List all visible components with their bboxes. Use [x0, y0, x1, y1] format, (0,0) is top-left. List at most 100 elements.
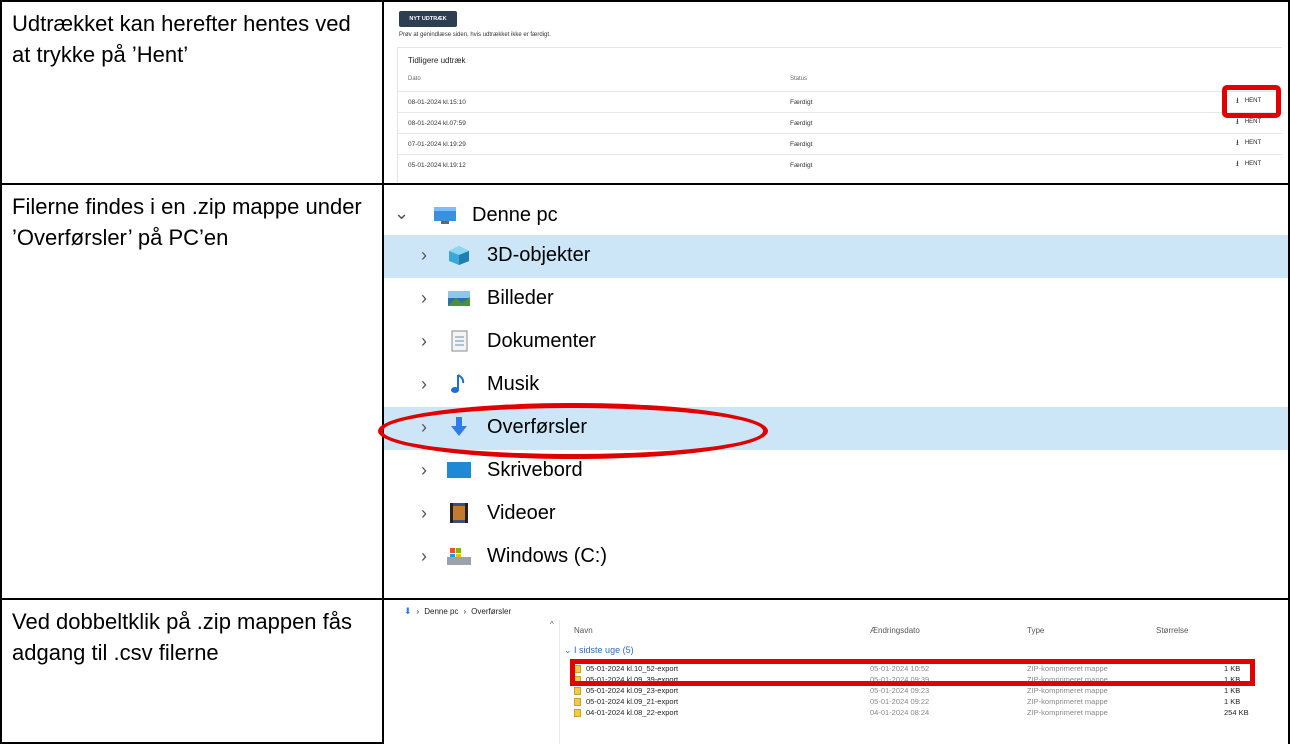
export-row: 08-01-2024 kl.07:59 Færdigt ⭳ HENT [398, 112, 1282, 133]
highlight-download-box [1222, 85, 1281, 118]
tree-item-label: Dokumenter [487, 330, 596, 352]
file-type: ZIP-komprimeret mappe [1027, 686, 1108, 695]
tree-root-this-pc[interactable]: ⌄ Denne pc [384, 199, 984, 235]
explorer-tree-screenshot: ⌄ Denne pc › 3D-objekter › Billeder › Do… [384, 185, 1288, 598]
drive-icon [447, 548, 471, 565]
zip-folder-icon [574, 698, 581, 706]
instruction-text-2: Filerne findes i en .zip mappe under ’Ov… [12, 194, 362, 250]
export-date: 07-01-2024 kl.19:29 [408, 141, 466, 148]
document-icon [451, 330, 468, 352]
file-row[interactable]: 05-01-2024 kl.09_23-export 05-01-2024 09… [570, 686, 1250, 697]
scrollbar[interactable] [546, 620, 560, 744]
chevron-right-icon: › [421, 374, 427, 394]
chevron-right-icon: › [421, 331, 427, 351]
download-button[interactable]: ⭳ HENT [1236, 160, 1261, 168]
table-border-left [0, 0, 2, 744]
export-status: Færdigt [790, 120, 813, 127]
tree-item-3d-objects[interactable]: › 3D-objekter [384, 235, 1288, 278]
column-header-name[interactable]: Navn [574, 626, 593, 635]
file-type: ZIP-komprimeret mappe [1027, 697, 1108, 706]
file-modified: 05-01-2024 09:23 [870, 686, 930, 695]
download-arrow-icon: ⬇ [404, 606, 412, 616]
breadcrumb-item[interactable]: Overførsler [471, 607, 511, 616]
tree-item-drive-c[interactable]: › Windows (C:) [384, 536, 1288, 579]
chevron-right-icon: › [463, 607, 467, 616]
export-date: 08-01-2024 kl.07:59 [408, 120, 466, 127]
column-header-size[interactable]: Størrelse [1156, 626, 1188, 635]
export-app-screenshot: NYT UDTRÆK Prøv at genindlæse siden, hvi… [384, 2, 1282, 183]
export-row: 05-01-2024 kl.19:12 Færdigt ⭳ HENT [398, 154, 1282, 175]
chevron-right-icon: › [421, 245, 427, 265]
breadcrumb-item[interactable]: Denne pc [424, 607, 458, 616]
tree-item-label: 3D-objekter [487, 244, 591, 266]
chevron-up-icon[interactable]: ^ [550, 620, 554, 629]
tree-item-label: Skrivebord [487, 459, 583, 481]
chevron-right-icon: › [416, 607, 420, 616]
download-label: HENT [1244, 119, 1262, 125]
tree-item-music[interactable]: › Musik [384, 364, 1288, 407]
tree-item-pictures[interactable]: › Billeder [384, 278, 1288, 321]
instruction-text-1: Udtrækket kan herefter hentes ved at try… [12, 11, 351, 67]
computer-icon [434, 207, 456, 224]
chevron-right-icon: › [421, 288, 427, 308]
tree-item-label: Videoer [487, 502, 556, 524]
group-header[interactable]: ⌄ I sidste uge (5) [564, 645, 634, 656]
tree-item-label: Billeder [487, 287, 554, 309]
highlight-zip-file-box [570, 659, 1255, 686]
panel-title: Tidligere udtræk [408, 56, 466, 65]
instruction-table: Udtrækket kan herefter hentes ved at try… [0, 0, 1290, 744]
reload-hint: Prøv at genindlæse siden, hvis udtrækket… [399, 32, 551, 38]
file-row[interactable]: 04-01-2024 kl.08_22-export 04-01-2024 08… [570, 708, 1250, 719]
download-button[interactable]: ⭳ HENT [1236, 139, 1261, 147]
export-row: 08-01-2024 kl.15:10 Færdigt ⭳ HENT [398, 91, 1282, 112]
export-status: Færdigt [790, 99, 813, 106]
file-row[interactable]: 05-01-2024 kl.09_21-export 05-01-2024 09… [570, 697, 1250, 708]
zip-folder-icon [574, 687, 581, 695]
chevron-down-icon: ⌄ [394, 203, 410, 223]
tree-item-label: Musik [487, 373, 540, 395]
highlight-downloads-ellipse [378, 403, 768, 459]
export-date: 08-01-2024 kl.15:10 [408, 99, 466, 106]
tree-root-label: Denne pc [472, 204, 558, 226]
download-label: HENT [1244, 161, 1262, 167]
column-header-type[interactable]: Type [1027, 626, 1044, 635]
previous-exports-panel: Tidligere udtræk Dato Status 08-01-2024 … [397, 47, 1282, 183]
column-header-date: Dato [408, 76, 421, 82]
export-date: 05-01-2024 kl.19:12 [408, 162, 466, 169]
tree-item-videos[interactable]: › Videoer [384, 493, 1288, 536]
new-export-button[interactable]: NYT UDTRÆK [399, 11, 457, 27]
export-row: 07-01-2024 kl.19:29 Færdigt ⭳ HENT [398, 133, 1282, 154]
file-name: 05-01-2024 kl.09_23-export [586, 686, 679, 695]
file-size: 254 KB [1224, 708, 1249, 717]
column-header-modified[interactable]: Ændringsdato [870, 626, 920, 635]
export-status: Færdigt [790, 162, 813, 169]
download-icon: ⭳ [1236, 138, 1239, 147]
download-button[interactable]: ⭳ HENT [1236, 118, 1261, 126]
tree-item-documents[interactable]: › Dokumenter [384, 321, 1288, 364]
file-name: 04-01-2024 kl.08_22-export [586, 708, 679, 717]
file-name: 05-01-2024 kl.09_21-export [586, 697, 679, 706]
tree-item-label: Windows (C:) [487, 545, 608, 567]
download-icon: ⭳ [1236, 117, 1239, 126]
file-type: ZIP-komprimeret mappe [1027, 708, 1108, 717]
music-note-icon [451, 374, 465, 393]
chevron-right-icon: › [421, 460, 427, 480]
cube-3d-icon [449, 246, 469, 265]
video-icon [450, 503, 468, 523]
breadcrumb: ⬇ › Denne pc › Overførsler [404, 606, 511, 617]
file-size: 1 KB [1224, 697, 1241, 706]
download-label: HENT [1244, 140, 1262, 146]
zip-folder-icon [574, 709, 581, 717]
column-header-status: Status [790, 76, 808, 82]
file-size: 1 KB [1224, 686, 1241, 695]
file-modified: 04-01-2024 08:24 [870, 708, 930, 717]
file-modified: 05-01-2024 09:22 [870, 697, 930, 706]
download-icon: ⭳ [1236, 159, 1239, 168]
group-label: I sidste uge (5) [574, 645, 634, 655]
instruction-text-3: Ved dobbeltklik på .zip mappen fås adgan… [12, 609, 353, 665]
chevron-right-icon: › [421, 546, 427, 566]
pictures-icon [448, 291, 470, 306]
chevron-right-icon: › [421, 503, 427, 523]
export-status: Færdigt [790, 141, 813, 148]
desktop-icon [447, 462, 471, 478]
